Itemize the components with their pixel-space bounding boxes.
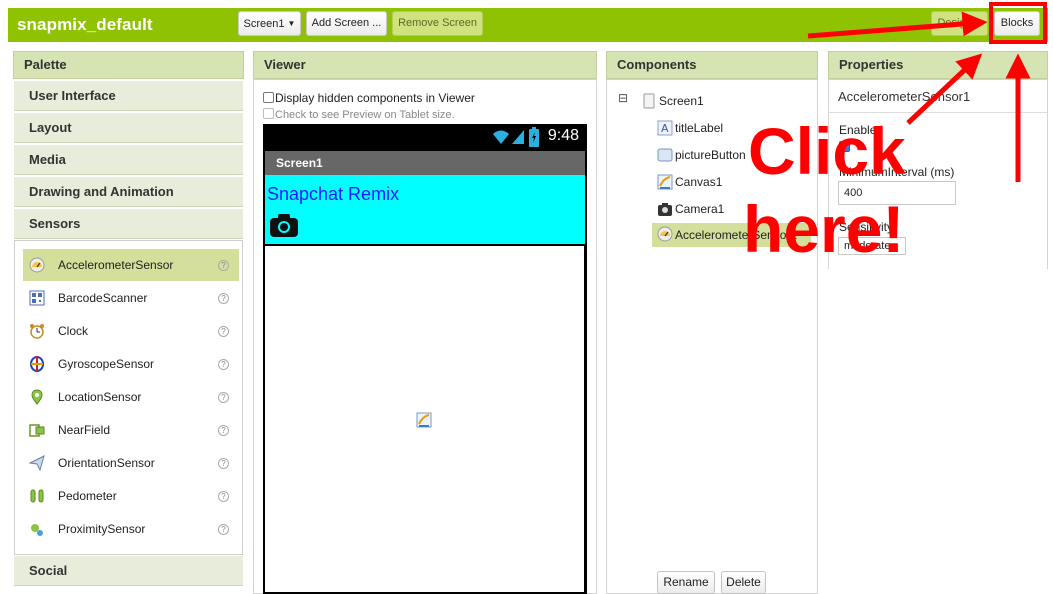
annotation-arrows (807, 11, 1031, 182)
arrow-to-blocks-left (807, 11, 988, 39)
arrow-to-blocks-diagonal (906, 53, 983, 125)
